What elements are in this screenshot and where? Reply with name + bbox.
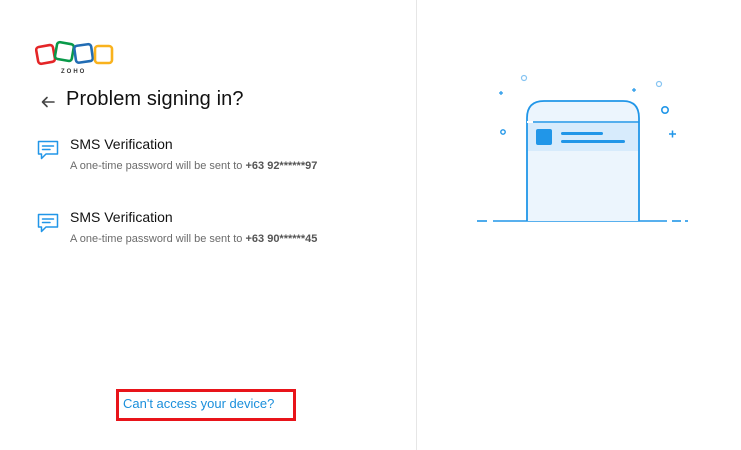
- zoho-logo: ZOHO: [35, 40, 117, 76]
- sms-option-2[interactable]: SMS Verification A one-time password wil…: [36, 209, 366, 253]
- option-description: A one-time password will be sent to +63 …: [70, 233, 318, 245]
- phone-illustration: [477, 70, 697, 230]
- back-arrow-icon[interactable]: [40, 94, 56, 110]
- message-icon: [36, 211, 60, 235]
- option-description: A one-time password will be sent to +63 …: [70, 160, 318, 172]
- message-icon: [36, 138, 60, 162]
- phone-number: +63 90******45: [245, 233, 318, 245]
- sms-option-1[interactable]: SMS Verification A one-time password wil…: [36, 136, 366, 180]
- left-panel: ZOHO Problem signing in? SMS Verificatio…: [0, 0, 417, 450]
- option-title: SMS Verification: [70, 209, 173, 225]
- option-title: SMS Verification: [70, 136, 173, 152]
- right-panel: [417, 0, 741, 450]
- logo-wordmark: ZOHO: [61, 69, 86, 75]
- cant-access-device-link[interactable]: Can't access your device?: [123, 396, 274, 411]
- page-title: Problem signing in?: [66, 88, 244, 110]
- phone-number: +63 92******97: [245, 160, 318, 172]
